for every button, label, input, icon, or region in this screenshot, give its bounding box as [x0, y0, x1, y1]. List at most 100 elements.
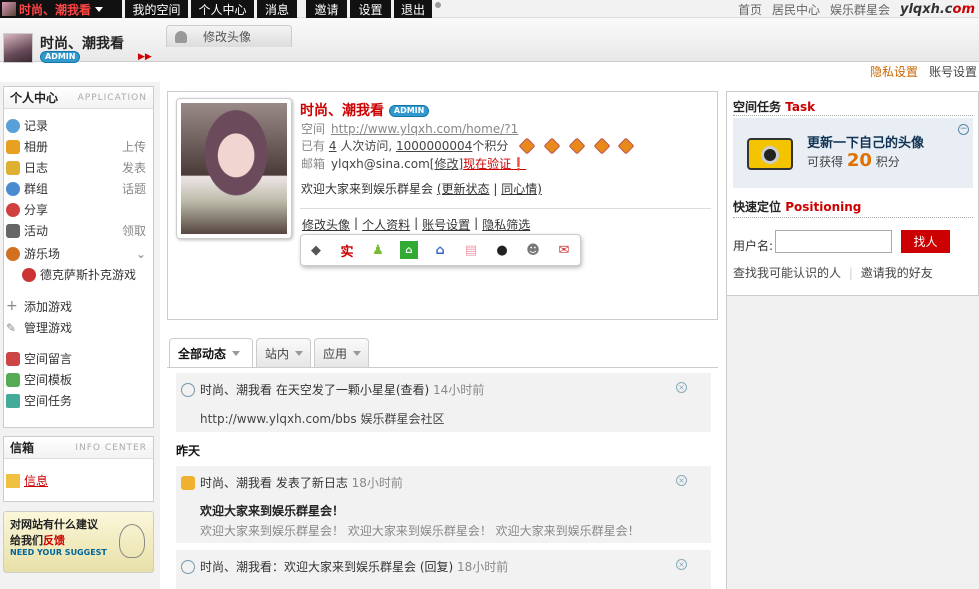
feed-item-title: 时尚、潮我看：欢迎大家来到娱乐群星会 (回复) 18小时前 — [200, 560, 509, 574]
event-claim-link[interactable]: 领取 — [122, 222, 146, 239]
profile-photo[interactable] — [176, 98, 292, 239]
profile-links: 修改头像 | 个人资料 | 账号设置 | 隐私筛选 — [302, 216, 531, 233]
close-icon[interactable]: × — [676, 382, 687, 393]
manage-game-link[interactable]: ✎ 管理游戏 — [6, 319, 146, 336]
chevron-down-icon[interactable]: ⌄ — [136, 247, 146, 261]
feed-item: 时尚、潮我看 在天空发了一颗小星星(查看) 14小时前 × http://www… — [176, 373, 711, 432]
close-icon[interactable]: × — [676, 559, 687, 570]
visits-count[interactable]: 4 — [329, 139, 337, 153]
sidebar-item-playground[interactable]: 游乐场 ⌄ — [6, 245, 146, 262]
inbox-header: 信箱 INFO CENTER — [4, 437, 153, 459]
sidebar-item-share[interactable]: 分享 — [6, 201, 146, 218]
guestbook-icon — [6, 351, 20, 366]
gmail-icon[interactable]: ✉ — [555, 241, 573, 259]
account-settings-link[interactable]: 账号设置 — [929, 63, 977, 80]
tab-edit-avatar[interactable]: 修改头像 — [166, 25, 292, 47]
shi-icon[interactable]: 实 — [338, 241, 356, 260]
username-input[interactable] — [775, 230, 892, 253]
add-game-label: 添加游戏 — [24, 300, 73, 314]
tab-label: 应用 — [323, 346, 348, 361]
link-profile-info[interactable]: 个人资料 — [362, 216, 410, 233]
share-icon — [6, 202, 20, 217]
feed-item-body: 欢迎大家来到娱乐群星会！ 欢迎大家来到娱乐群星会！ 欢迎大家来到娱乐群星会！ — [200, 524, 640, 538]
house-icon[interactable]: ⌂ — [400, 241, 418, 259]
nav-invite[interactable]: 邀请 — [306, 0, 347, 18]
space-template-link[interactable]: 空间模板 — [6, 371, 146, 388]
cake-icon[interactable]: ▤ — [462, 241, 480, 259]
group-topic-link[interactable]: 话题 — [122, 180, 146, 197]
sidebar-item-event[interactable]: 活动 领取 — [6, 222, 146, 239]
home-icon[interactable]: ⌂ — [431, 241, 449, 259]
nav-personal-center[interactable]: 个人中心 — [191, 0, 254, 18]
find-known-people-link[interactable]: 查找我可能认识的人 — [733, 266, 841, 280]
update-status-link[interactable]: (更新状态 — [437, 182, 490, 196]
feed-blog-title[interactable]: 欢迎大家来到娱乐群星会！ — [200, 502, 344, 519]
playground-icon — [6, 246, 20, 261]
nav-settings[interactable]: 设置 — [350, 0, 391, 18]
task-title: 空间任务 Task — [733, 100, 816, 114]
find-person-button[interactable]: 找人 — [901, 230, 950, 253]
link-privacy-filter[interactable]: 隐私筛选 — [482, 216, 530, 233]
record-icon — [6, 118, 20, 133]
tab-all-activity[interactable]: 全部动态 — [169, 338, 253, 368]
panel-title: 个人中心 — [10, 91, 59, 105]
space-url-link[interactable]: http://www.ylqxh.com/home/?1 — [331, 122, 518, 136]
email-line: 邮箱 ylqxh@sina.com[修改]现在验证❗ — [301, 157, 527, 171]
add-game-icon: + — [6, 297, 18, 314]
tab-apps[interactable]: 应用 — [314, 338, 369, 367]
sidebar-item-album[interactable]: 相册 上传 — [6, 138, 146, 155]
blog-post-link[interactable]: 发表 — [122, 159, 146, 176]
template-icon — [6, 372, 20, 387]
username-label: 用户名: — [733, 239, 774, 253]
inbox-message-link[interactable]: 信息 — [6, 472, 146, 489]
nav-my-space[interactable]: 我的空间 — [125, 0, 188, 18]
feedback-banner[interactable]: 对网站有什么建议 给我们反馈 NEED YOUR SUGGEST — [3, 511, 154, 573]
email-edit-link[interactable]: [修改] — [430, 157, 463, 171]
album-upload-link[interactable]: 上传 — [122, 138, 146, 155]
diamond-icon[interactable]: ◆ — [307, 241, 325, 259]
sidebar-item-label: 记录 — [24, 119, 49, 133]
close-icon[interactable]: × — [676, 475, 687, 486]
invite-friends-link[interactable]: 邀请我的好友 — [861, 266, 933, 280]
event-icon — [6, 223, 20, 238]
site-logo[interactable]: ylqxh.com — [900, 2, 975, 17]
star-icon — [181, 383, 195, 397]
link-stars-club[interactable]: 娱乐群星会 — [830, 1, 890, 18]
sidebar-item-record[interactable]: 记录 — [6, 117, 146, 134]
sidebar-item-label: 游乐场 — [24, 247, 61, 261]
qq-icon[interactable]: ● — [493, 241, 511, 259]
header-avatar[interactable] — [3, 33, 33, 63]
profile-name: 时尚、潮我看 ADMIN — [300, 100, 430, 120]
add-game-link[interactable]: + 添加游戏 — [6, 298, 146, 315]
person-icon — [175, 30, 187, 43]
game-texas-poker[interactable]: 德克萨斯扑克游戏 — [22, 266, 162, 283]
chevron-down-icon — [353, 350, 362, 360]
level-flame-icon — [593, 137, 611, 155]
collapse-icon[interactable]: − — [958, 124, 969, 135]
locate-title: 快速定位 Positioning — [733, 200, 862, 214]
link-edit-avatar[interactable]: 修改头像 — [302, 216, 350, 233]
person-icon[interactable]: ♟ — [369, 241, 387, 259]
email-verify-link[interactable]: 现在验证❗ — [463, 157, 526, 171]
nav-logout[interactable]: 退出 — [394, 0, 432, 18]
sidebar-item-group[interactable]: 群组 话题 — [6, 180, 146, 197]
space-guestbook-link[interactable]: 空间留言 — [6, 350, 146, 367]
sidebar-item-label: 活动 — [24, 224, 49, 238]
tab-site[interactable]: 站内 — [256, 338, 311, 367]
space-task-link[interactable]: 空间任务 — [6, 392, 146, 409]
task-headline[interactable]: 更新一下自己的头像 — [807, 132, 924, 151]
privacy-settings-link[interactable]: 隐私设置 — [870, 63, 918, 80]
blog-icon — [6, 160, 20, 175]
link-account-settings[interactable]: 账号设置 — [422, 216, 470, 233]
link-home[interactable]: 首页 — [738, 1, 762, 18]
link-residents[interactable]: 居民中心 — [772, 1, 820, 18]
sidebar-item-blog[interactable]: 日志 发表 — [6, 159, 146, 176]
same-mood-link[interactable]: 同心情) — [501, 182, 542, 196]
double-arrow-icon[interactable]: ▶▶ — [138, 52, 152, 62]
points-count[interactable]: 1000000004 — [396, 139, 472, 153]
friends-icon[interactable]: ☻ — [524, 241, 542, 259]
header-username[interactable]: 时尚、潮我看 — [40, 33, 124, 53]
nav-messages[interactable]: 消息 — [257, 0, 297, 18]
level-flame-icon — [568, 137, 586, 155]
user-menu[interactable]: 时尚、潮我看 — [0, 0, 122, 18]
